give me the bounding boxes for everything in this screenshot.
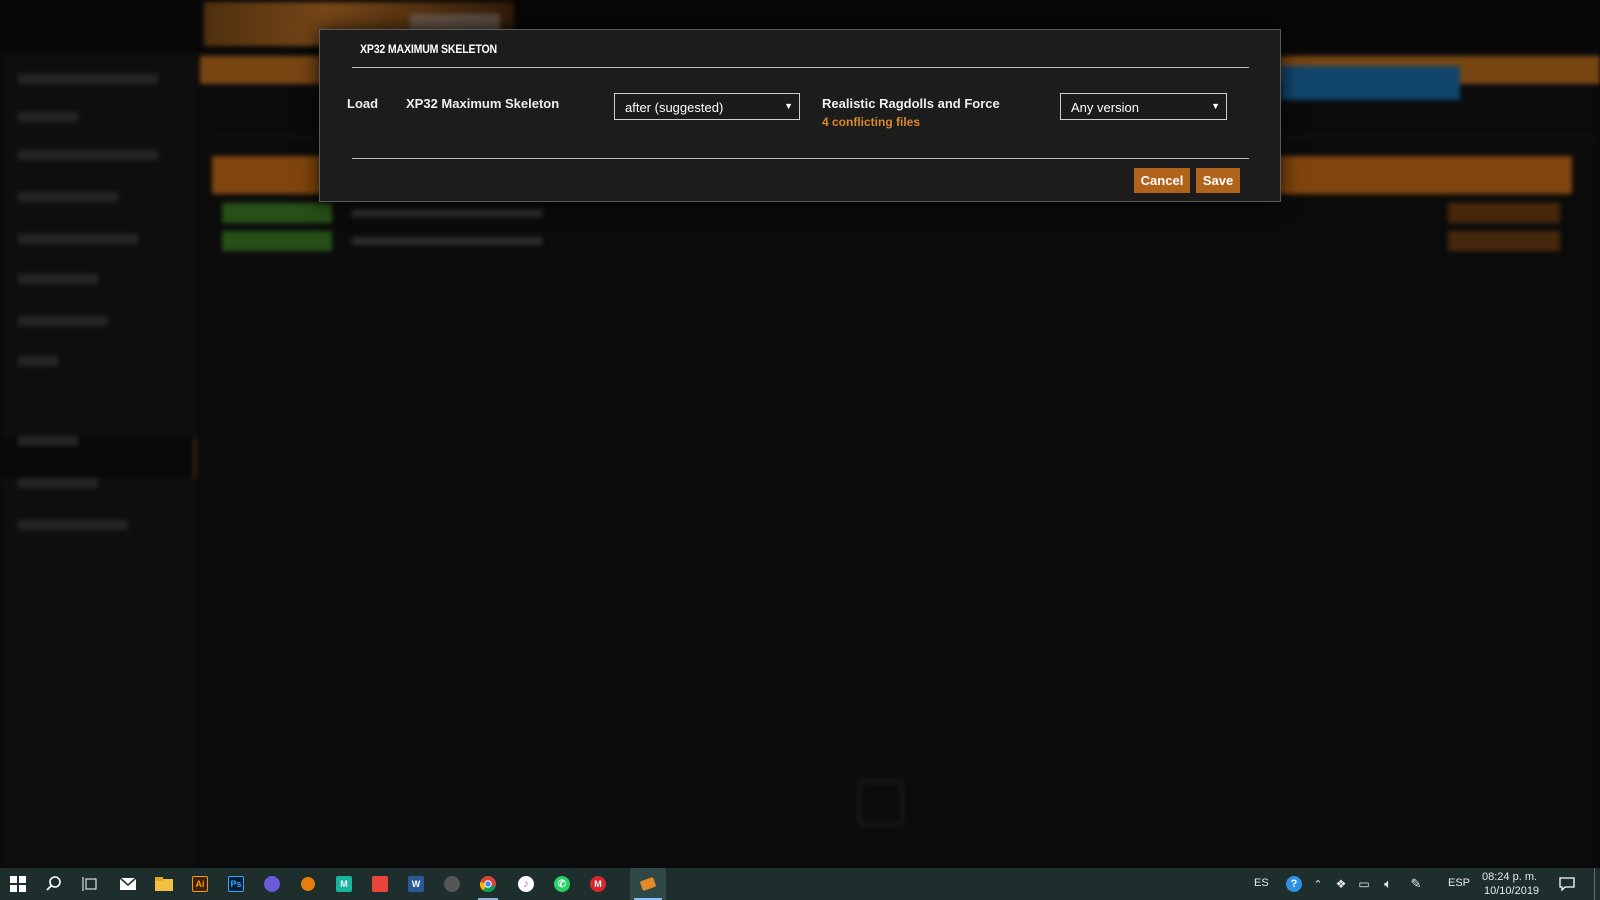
illustrator-icon[interactable]: Ai xyxy=(182,868,218,900)
app-icon[interactable] xyxy=(362,868,398,900)
dropdown-arrow-icon: ▼ xyxy=(1211,101,1220,111)
volume-icon[interactable]: 🔈︎ xyxy=(1376,868,1400,900)
photoshop-icon[interactable]: Ps xyxy=(218,868,254,900)
app-icon[interactable]: W xyxy=(398,868,434,900)
itunes-icon[interactable]: ♪ xyxy=(508,868,544,900)
other-mod-name: Realistic Ragdolls and Force xyxy=(822,96,1000,111)
divider xyxy=(352,158,1249,159)
show-desktop-button[interactable] xyxy=(1594,868,1595,900)
divider xyxy=(352,67,1249,68)
help-icon[interactable]: ? xyxy=(1280,868,1308,900)
mail-icon[interactable] xyxy=(110,868,146,900)
conflict-count[interactable]: 4 conflicting files xyxy=(822,115,920,129)
search-icon[interactable] xyxy=(36,868,72,900)
input-language-long[interactable]: ESP xyxy=(1448,877,1470,889)
network-icon[interactable]: ▭ xyxy=(1352,868,1376,900)
input-language-short[interactable]: ES xyxy=(1254,877,1269,889)
mod-name: XP32 Maximum Skeleton xyxy=(406,96,560,111)
version-select[interactable]: Any version ▼ xyxy=(1060,93,1227,120)
taskbar: Ai Ps M W ♪ ✆ M ES ? ⌃ ❖ ▭ 🔈︎ ✎ ESP 08:2… xyxy=(0,868,1600,900)
blender-icon[interactable] xyxy=(290,868,326,900)
rule-dialog: XP32 MAXIMUM SKELETON Load XP32 Maximum … xyxy=(319,29,1281,202)
task-view-icon[interactable] xyxy=(72,868,108,900)
load-label: Load xyxy=(347,96,379,111)
app-icon[interactable] xyxy=(434,868,470,900)
file-explorer-icon[interactable] xyxy=(146,868,182,900)
dialog-title: XP32 MAXIMUM SKELETON xyxy=(360,42,497,56)
load-order-select[interactable]: after (suggested) ▼ xyxy=(614,93,800,120)
windows-start-icon[interactable] xyxy=(0,868,36,900)
app-m-icon[interactable]: M xyxy=(326,868,362,900)
whatsapp-icon[interactable]: ✆ xyxy=(544,868,580,900)
mega-icon[interactable]: M xyxy=(580,868,616,900)
clock-date[interactable]: 10/10/2019 xyxy=(1484,885,1539,897)
load-order-value: after (suggested) xyxy=(625,100,724,115)
version-value: Any version xyxy=(1071,100,1139,115)
notifications-icon[interactable] xyxy=(1552,868,1582,900)
pen-icon[interactable]: ✎ xyxy=(1404,868,1428,900)
app-icon[interactable] xyxy=(254,868,290,900)
dropbox-icon[interactable]: ❖ xyxy=(1330,868,1352,900)
save-button[interactable]: Save xyxy=(1196,168,1240,193)
chrome-icon[interactable] xyxy=(470,868,506,900)
dropdown-arrow-icon: ▼ xyxy=(784,101,793,111)
cancel-button[interactable]: Cancel xyxy=(1134,168,1190,193)
clock-time[interactable]: 08:24 p. m. xyxy=(1482,871,1537,883)
chevron-up-icon[interactable]: ⌃ xyxy=(1308,868,1328,900)
vortex-icon[interactable] xyxy=(630,868,666,900)
